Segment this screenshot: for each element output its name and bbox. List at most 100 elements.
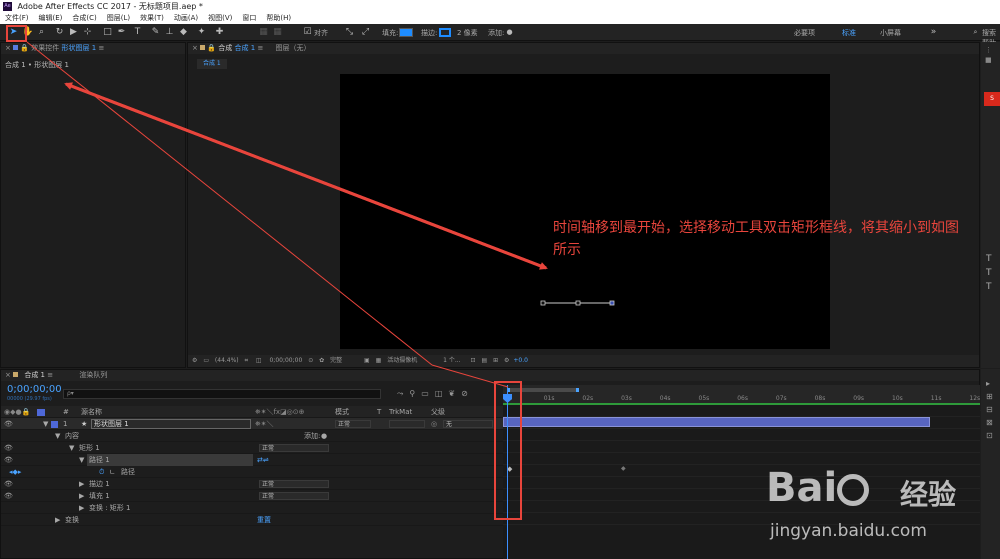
axis-local-icon[interactable]: ▦	[258, 27, 269, 38]
timeline-tab-comp[interactable]: 合成 1	[24, 371, 45, 379]
stroke-1-row[interactable]: 👁 ▶ 描边 1 正常	[1, 478, 504, 490]
type-panel-icons[interactable]: TTT	[986, 252, 992, 294]
comp-tab-label[interactable]: 合成	[218, 44, 232, 52]
pan-behind-tool-icon[interactable]: ⊹	[82, 27, 93, 38]
close-icon[interactable]: ×	[192, 44, 200, 52]
collapse-arrow-icon[interactable]: ▶	[79, 490, 84, 502]
visibility-eye-icon[interactable]: 👁	[4, 442, 13, 454]
stroke-width-value[interactable]: 2 像素	[457, 28, 478, 38]
time-ruler[interactable]: 0s01s02s03s04s05s06s07s08s09s10s11s12s	[503, 385, 980, 405]
parent-pickwhip-icon[interactable]: ◎	[431, 418, 437, 430]
workspace-menu-icon[interactable]: »	[928, 27, 939, 38]
expand-arrow-icon[interactable]: ▼	[55, 430, 60, 442]
layer-duration-bar[interactable]	[503, 417, 930, 427]
zoom-dropdown[interactable]: (44.4%)	[215, 357, 239, 364]
snapshot-icon[interactable]: ⊙	[308, 357, 313, 364]
timeline-icon[interactable]: ▤	[482, 357, 488, 364]
reset-link[interactable]: 重置	[257, 514, 271, 526]
menu-item-4[interactable]: 效果(T)	[140, 14, 164, 22]
render-queue-tab[interactable]: 渲染队列	[79, 371, 107, 379]
brush-tool-icon[interactable]: ✎	[150, 27, 161, 38]
flowchart-icon[interactable]: ⊞	[493, 357, 498, 364]
camera-tool-icon[interactable]: ▶	[68, 27, 79, 38]
panel-menu-icon[interactable]: ≡	[257, 44, 265, 52]
align-checkbox-icon[interactable]: ☑	[302, 27, 313, 38]
fast-preview-icon[interactable]: ⊡	[471, 357, 476, 364]
path-keyframe-2-icon[interactable]: ◆	[621, 465, 626, 472]
fill-color-swatch[interactable]	[399, 28, 413, 37]
fill-blend-dropdown[interactable]: 正常	[259, 492, 329, 500]
lock-icon[interactable]: 🔒	[207, 44, 218, 52]
layer-name[interactable]: 形状图层 1	[91, 419, 251, 429]
path-property-row[interactable]: ◂◆▸ ⏱ ㄴ 路径	[1, 466, 504, 478]
rectangle-tool-icon[interactable]: □	[102, 27, 113, 38]
layer-parent-dropdown[interactable]: 无	[443, 420, 493, 428]
always-preview-icon[interactable]: ⚙	[192, 357, 197, 364]
expand-arrow-icon[interactable]: ▼	[79, 454, 84, 466]
search-icon[interactable]: ⌕	[970, 27, 981, 38]
keyframe-nav-icon[interactable]: ◂◆▸	[9, 466, 21, 478]
timeline-search-input[interactable]: ρ▾	[63, 389, 381, 399]
zoom-tool-icon[interactable]: ⌕	[36, 27, 47, 38]
exposure-icon[interactable]: ⚙	[504, 357, 509, 364]
right-panel-icons[interactable]: ⋮ ■	[985, 45, 997, 85]
grid-icon[interactable]: ⌗	[245, 357, 248, 364]
axis-world-icon[interactable]: ▦	[272, 27, 283, 38]
collapse-arrow-icon[interactable]: ▶	[79, 478, 84, 490]
effect-controls-tab-prefix[interactable]: 效果控件	[31, 44, 59, 52]
timeline-switch-icons[interactable]: ⤳⚲▭◫❦⊘	[397, 389, 474, 399]
fill-1-row[interactable]: 👁 ▶ 填充 1 正常	[1, 490, 504, 502]
menu-item-3[interactable]: 图层(L)	[107, 14, 130, 22]
visibility-eye-icon[interactable]: 👁	[4, 418, 13, 430]
composition-canvas[interactable]	[340, 74, 830, 349]
transparency-grid-icon[interactable]: ▦	[376, 357, 382, 364]
path-1-row[interactable]: 👁 ▼ 路径 1 ⇄⇌	[1, 454, 504, 466]
lock-icon[interactable]: 🔒	[20, 44, 31, 52]
roi-icon[interactable]: ▣	[364, 357, 370, 364]
stopwatch-icon[interactable]: ⏱	[99, 466, 104, 478]
monitor-icon[interactable]: ▭	[203, 357, 209, 364]
layer-tab[interactable]: 图层（无）	[276, 44, 311, 52]
comp-flowchart-tab[interactable]: 合成 1	[197, 59, 227, 69]
comp-tab-name[interactable]: 合成 1	[235, 44, 256, 52]
puppet-tool-icon[interactable]: ✚	[214, 27, 225, 38]
menu-item-6[interactable]: 视图(V)	[208, 14, 232, 22]
layer-row-shape-layer-1[interactable]: 👁 ▼ 1 ★ 形状图层 1 ⛯✶＼ 正常 ◎ 无	[1, 418, 504, 430]
comp-timecode[interactable]: 0;00;00;00	[269, 357, 302, 364]
close-icon[interactable]: ×	[5, 371, 13, 379]
visibility-eye-icon[interactable]: 👁	[4, 490, 13, 502]
path-direction-icon[interactable]: ⇄⇌	[257, 454, 269, 466]
stroke-color-swatch[interactable]	[439, 28, 451, 37]
expand-arrow-icon[interactable]: ▼	[69, 442, 74, 454]
camera-dropdown[interactable]: 活动摄像机	[387, 357, 417, 364]
menu-item-2[interactable]: 合成(C)	[72, 14, 96, 22]
add-dropdown-icon[interactable]: ●	[504, 27, 515, 38]
layer-trkmat-dropdown[interactable]	[389, 420, 425, 428]
workspace-small-screen[interactable]: 小屏幕	[880, 28, 901, 38]
snap-icon-1[interactable]: ⤡	[344, 27, 355, 38]
menu-item-0[interactable]: 文件(F)	[5, 14, 29, 22]
expression-icon[interactable]: ㄴ	[109, 466, 115, 478]
layer-switches[interactable]: ⛯✶＼	[255, 418, 273, 430]
roto-tool-icon[interactable]: ✦	[196, 27, 207, 38]
eraser-tool-icon[interactable]: ◆	[178, 27, 189, 38]
transform-row[interactable]: ▶ 变换 重置	[1, 514, 504, 526]
views-dropdown[interactable]: 1 个...	[443, 357, 460, 364]
menu-item-8[interactable]: 帮助(H)	[266, 14, 291, 22]
menu-item-5[interactable]: 动画(A)	[174, 14, 198, 22]
add-button-icon[interactable]: ●	[321, 430, 327, 442]
exposure-value[interactable]: +0.0	[513, 357, 528, 364]
show-channel-icon[interactable]: ✿	[319, 357, 324, 364]
workspace-standard[interactable]: 标准	[842, 28, 856, 38]
contents-row[interactable]: ▼ 内容 添加: ●	[1, 430, 504, 442]
visibility-eye-icon[interactable]: 👁	[4, 478, 13, 490]
transform-rect-row[interactable]: ▶ 变换 : 矩形 1	[1, 502, 504, 514]
quality-dropdown[interactable]: 完整	[330, 357, 342, 364]
layer-mode-dropdown[interactable]: 正常	[335, 420, 371, 428]
rotate-tool-icon[interactable]: ↻	[54, 27, 65, 38]
rectangle-blend-dropdown[interactable]: 正常	[259, 444, 329, 452]
collapse-arrow-icon[interactable]: ▶	[79, 502, 84, 514]
menu-item-7[interactable]: 窗口	[242, 14, 256, 22]
expand-arrow-icon[interactable]: ▼	[43, 418, 48, 430]
menu-item-1[interactable]: 编辑(E)	[39, 14, 63, 22]
